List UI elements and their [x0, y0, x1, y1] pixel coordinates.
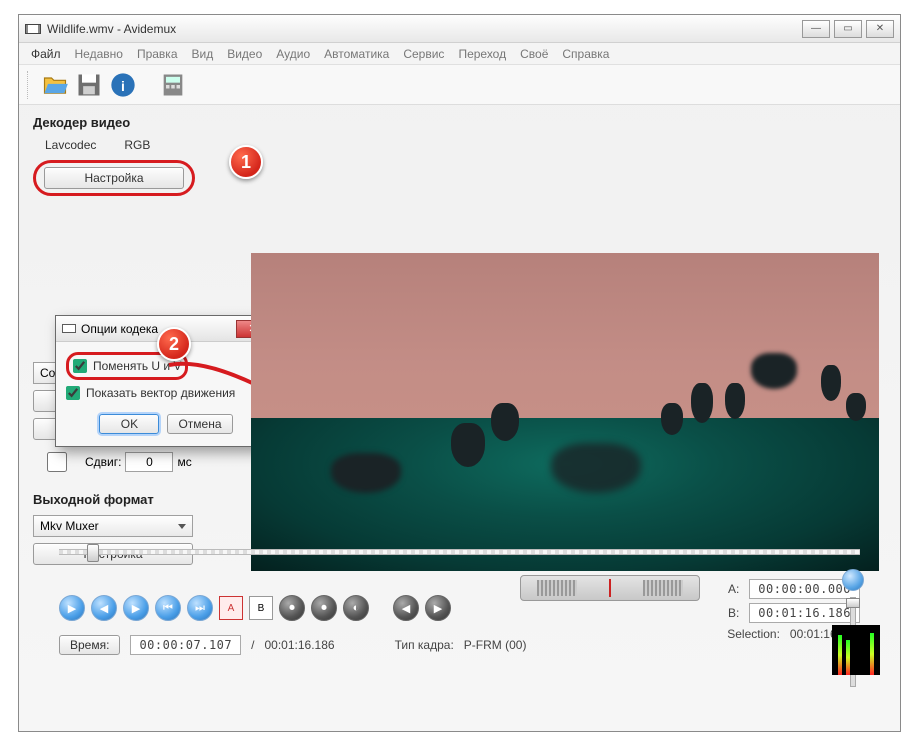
- video-preview: [251, 253, 879, 571]
- info-icon[interactable]: i: [109, 71, 137, 99]
- save-icon[interactable]: [75, 71, 103, 99]
- minimize-button[interactable]: —: [802, 20, 830, 38]
- shift-input[interactable]: [125, 452, 173, 472]
- volume-thumb[interactable]: [846, 598, 860, 608]
- goto-a-button[interactable]: ⏺: [279, 595, 305, 621]
- dialog-cancel-button[interactable]: Отмена: [167, 414, 232, 434]
- main-window: Wildlife.wmv - Avidemux — ▭ ✕ Файл Недав…: [18, 14, 901, 732]
- menu-go[interactable]: Переход: [452, 45, 512, 63]
- dialog-ok-button[interactable]: OK: [99, 414, 159, 434]
- menu-help[interactable]: Справка: [556, 45, 615, 63]
- menu-auto[interactable]: Автоматика: [318, 45, 395, 63]
- next-button[interactable]: ▶: [123, 595, 149, 621]
- frame-type-value: P-FRM (00): [464, 638, 527, 652]
- swap-uv-checkbox[interactable]: [73, 359, 87, 373]
- shift-unit: мс: [177, 455, 191, 469]
- preview-sky: [251, 253, 879, 437]
- menu-recent[interactable]: Недавно: [69, 45, 129, 63]
- show-motion-label: Показать вектор движения: [86, 386, 235, 400]
- show-motion-checkbox[interactable]: [66, 386, 80, 400]
- timeline-thumb[interactable]: [87, 544, 99, 562]
- window-title: Wildlife.wmv - Avidemux: [47, 22, 802, 36]
- calculator-icon[interactable]: [159, 71, 187, 99]
- highlight-configure: Настройка: [33, 160, 195, 196]
- decoder-codec: Lavcodec: [45, 138, 96, 152]
- goto-b-button[interactable]: ⏺: [311, 595, 337, 621]
- menu-file[interactable]: Файл: [25, 45, 67, 63]
- rewind-button[interactable]: ⏮: [155, 595, 181, 621]
- volume-icon[interactable]: [842, 569, 864, 591]
- selection-panel: A:00:00:00.000 B:00:01:16.186 Selection:…: [600, 575, 860, 645]
- timeline-track[interactable]: [59, 549, 860, 555]
- menu-edit[interactable]: Правка: [131, 45, 184, 63]
- toolbar: i: [19, 65, 900, 105]
- muxer-select[interactable]: Mkv Muxer: [33, 515, 193, 537]
- sel-label: Selection:: [727, 627, 780, 641]
- menu-audio[interactable]: Аудио: [270, 45, 316, 63]
- titlebar: Wildlife.wmv - Avidemux — ▭ ✕: [19, 15, 900, 43]
- app-icon: [25, 23, 41, 35]
- mark-a-button[interactable]: A: [219, 596, 243, 620]
- menu-tools[interactable]: Сервис: [397, 45, 450, 63]
- transport-controls: ▶ ◀ ▶ ⏮ ⏭ A B ⏺ ⏺ ◐ ◀ ▶: [59, 595, 451, 621]
- menu-video[interactable]: Видео: [221, 45, 268, 63]
- svg-text:i: i: [121, 77, 125, 93]
- close-button[interactable]: ✕: [866, 20, 894, 38]
- next-key-button[interactable]: ▶: [425, 595, 451, 621]
- shift-checkbox[interactable]: [33, 452, 81, 472]
- time-total: 00:01:16.186: [264, 638, 334, 652]
- chevron-down-icon: [178, 524, 186, 529]
- shift-label: Сдвиг:: [85, 455, 121, 469]
- menu-custom[interactable]: Своё: [514, 45, 554, 63]
- time-current[interactable]: 00:00:07.107: [130, 635, 241, 655]
- decoder-configure-button[interactable]: Настройка: [44, 167, 184, 189]
- time-info: Время: 00:00:07.107 / 00:01:16.186 Тип к…: [59, 635, 526, 655]
- muxer-value: Mkv Muxer: [40, 519, 99, 533]
- sel-a-label: A:: [728, 582, 739, 596]
- timeline[interactable]: [59, 549, 860, 569]
- play-button[interactable]: ▶: [59, 595, 85, 621]
- maximize-button[interactable]: ▭: [834, 20, 862, 38]
- time-sep: /: [251, 638, 254, 652]
- dialog-icon: [62, 323, 76, 334]
- mark-b-button[interactable]: B: [249, 596, 273, 620]
- dialog-title: Опции кодека: [81, 322, 158, 336]
- output-label: Выходной формат: [33, 492, 233, 507]
- annotation-badge-1: 1: [229, 145, 263, 179]
- audio-meter: [832, 625, 880, 675]
- prev-black-button[interactable]: ◐: [343, 595, 369, 621]
- menubar: Файл Недавно Правка Вид Видео Аудио Авто…: [19, 43, 900, 65]
- forward-button[interactable]: ⏭: [187, 595, 213, 621]
- decoder-label: Декодер видео: [33, 115, 233, 130]
- sel-b-label: B:: [728, 606, 739, 620]
- time-button[interactable]: Время:: [59, 635, 120, 655]
- prev-key-button[interactable]: ◀: [393, 595, 419, 621]
- frame-type-label: Тип кадра:: [395, 638, 454, 652]
- annotation-badge-2: 2: [157, 327, 191, 361]
- prev-button[interactable]: ◀: [91, 595, 117, 621]
- decoder-mode: RGB: [124, 138, 150, 152]
- menu-view[interactable]: Вид: [186, 45, 220, 63]
- swap-uv-label: Поменять U и V: [93, 359, 181, 373]
- toolbar-separator: [27, 71, 31, 99]
- open-icon[interactable]: [41, 71, 69, 99]
